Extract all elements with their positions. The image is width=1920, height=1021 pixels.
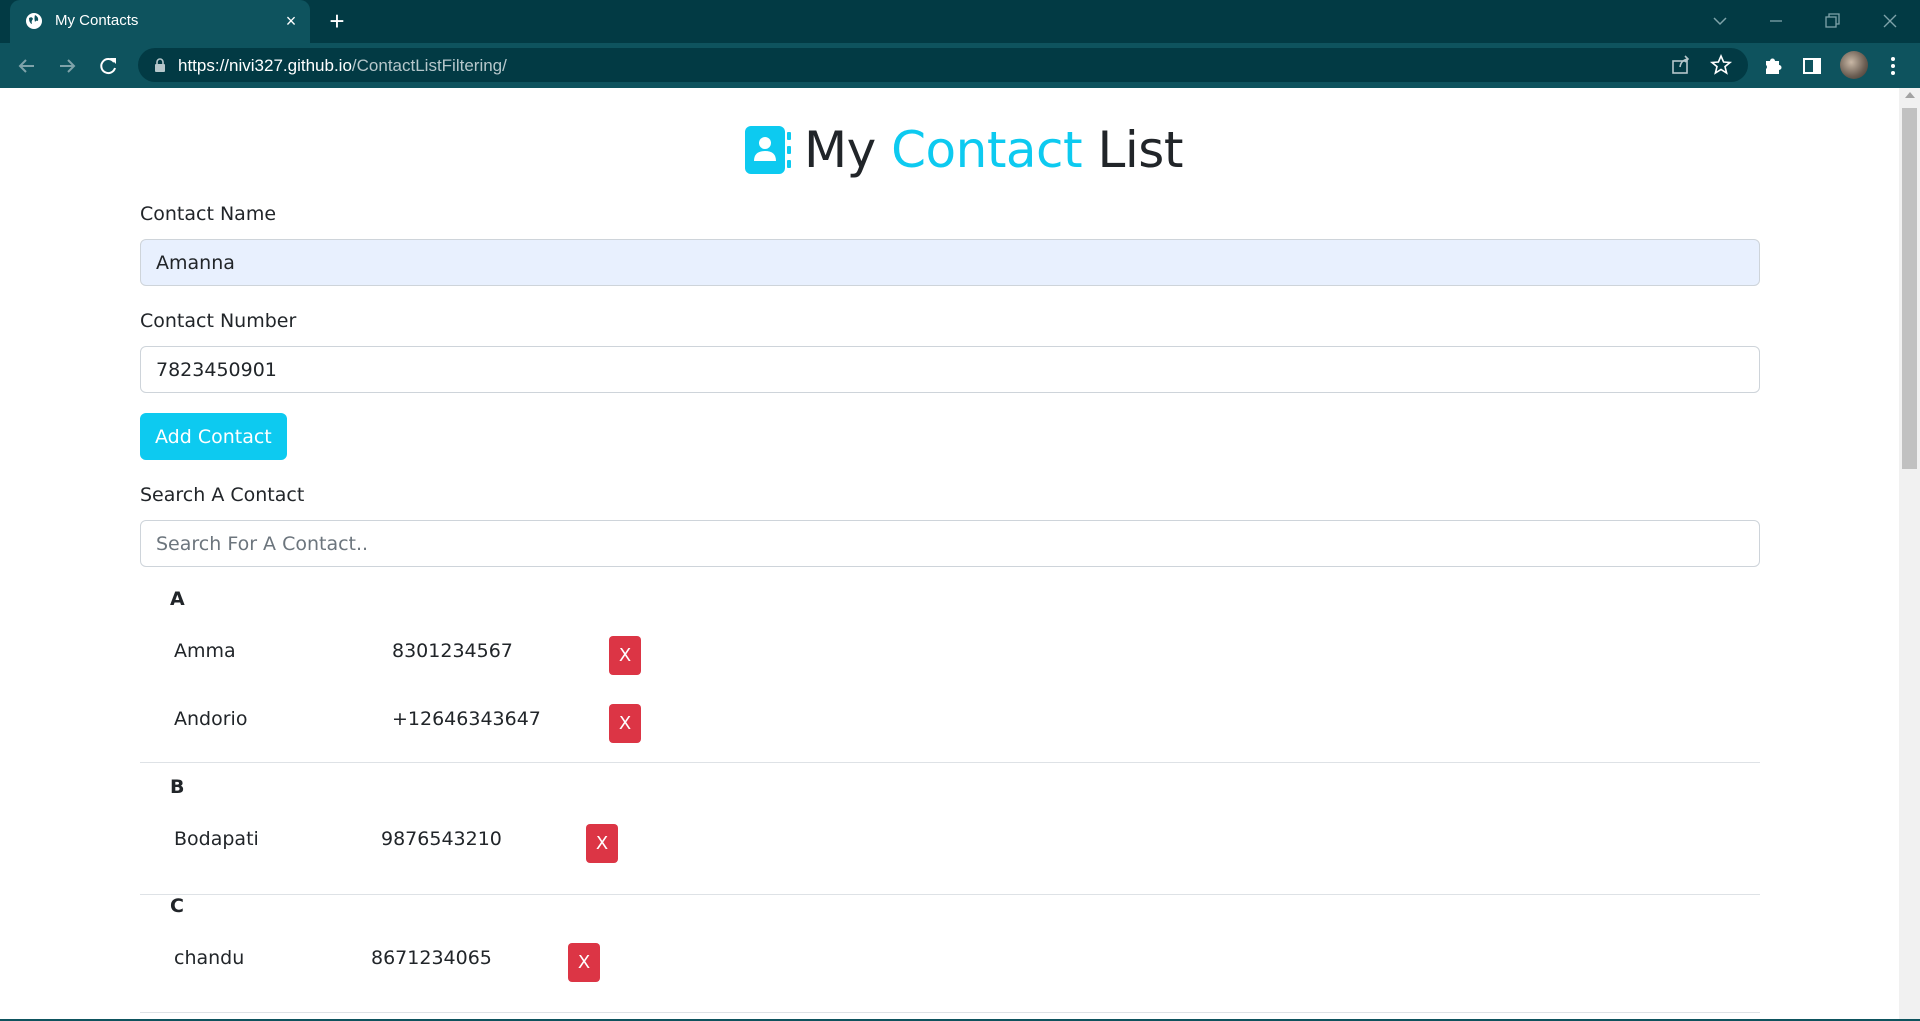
search-input[interactable] — [140, 520, 1760, 567]
contact-row: Amma 8301234567 X — [140, 632, 1760, 676]
browser-tabstrip: My Contacts × + — [0, 0, 1920, 43]
scroll-up-arrow-icon[interactable] — [1905, 92, 1915, 98]
page-title-text: My Contact List — [804, 121, 1183, 179]
delete-contact-button[interactable]: X — [609, 636, 641, 675]
contact-number: 8301234567 — [392, 640, 513, 662]
bookmark-star-icon[interactable] — [1708, 52, 1734, 78]
group-letter: B — [170, 776, 185, 798]
contact-row: Andorio +12646343647 X — [140, 700, 1760, 744]
url-path: /ContactListFiltering/ — [351, 56, 507, 75]
contact-number-label: Contact Number — [140, 310, 297, 332]
contact-name: Bodapati — [174, 828, 259, 850]
lock-icon — [155, 58, 165, 72]
tab-close-icon[interactable]: × — [280, 11, 302, 33]
page-scrollbar[interactable] — [1899, 88, 1920, 1021]
profile-avatar[interactable] — [1840, 51, 1868, 79]
url-text: https://nivi327.github.io/ContactListFil… — [178, 56, 507, 76]
contact-row: Bodapati 9876543210 X — [140, 820, 1760, 864]
browser-toolbar: https://nivi327.github.io/ContactListFil… — [0, 43, 1920, 88]
title-part-contact: Contact — [891, 121, 1083, 179]
delete-contact-button[interactable]: X — [609, 704, 641, 743]
side-panel-icon[interactable] — [1799, 53, 1825, 79]
page-title: My Contact List — [744, 118, 1183, 182]
globe-icon — [26, 13, 42, 29]
add-contact-button[interactable]: Add Contact — [140, 413, 287, 460]
share-icon[interactable] — [1668, 52, 1694, 78]
group-letter: C — [170, 895, 184, 917]
contact-number: +12646343647 — [392, 708, 541, 730]
title-part-list: List — [1082, 121, 1184, 179]
contact-name: Amma — [174, 640, 236, 662]
close-window-icon[interactable] — [1870, 6, 1910, 36]
new-tab-button[interactable]: + — [322, 8, 352, 36]
address-bar[interactable]: https://nivi327.github.io/ContactListFil… — [138, 48, 1748, 82]
contact-number-input[interactable] — [140, 346, 1760, 393]
contact-number: 8671234065 — [371, 947, 492, 969]
group-divider — [140, 894, 1760, 895]
forward-icon[interactable] — [52, 51, 82, 81]
scrollbar-thumb[interactable] — [1902, 108, 1917, 469]
contact-name-label: Contact Name — [140, 203, 277, 225]
contact-row: chandu 8671234065 X — [140, 939, 1760, 983]
delete-contact-button[interactable]: X — [586, 824, 618, 863]
url-host: https://nivi327.github.io — [178, 56, 352, 75]
browser-tab[interactable]: My Contacts × — [10, 0, 310, 43]
page-viewport: My Contact List Contact Name Contact Num… — [0, 88, 1899, 1021]
group-letter: A — [170, 588, 185, 610]
delete-contact-button[interactable]: X — [568, 943, 600, 982]
contact-name: chandu — [174, 947, 245, 969]
back-icon[interactable] — [12, 51, 42, 81]
tab-search-icon[interactable] — [1700, 6, 1740, 36]
contact-name: Andorio — [174, 708, 248, 730]
search-label: Search A Contact — [140, 484, 305, 506]
contact-number: 9876543210 — [381, 828, 502, 850]
contact-book-icon — [745, 126, 791, 174]
restore-icon[interactable] — [1812, 6, 1852, 36]
tab-title: My Contacts — [55, 12, 139, 29]
title-part-my: My — [804, 121, 892, 179]
reload-icon[interactable] — [93, 51, 123, 81]
group-divider — [140, 762, 1760, 763]
minimize-icon[interactable] — [1756, 6, 1796, 36]
extensions-icon[interactable] — [1760, 53, 1786, 79]
contact-name-input[interactable] — [140, 239, 1760, 286]
browser-menu-icon[interactable] — [1888, 53, 1898, 79]
group-divider — [140, 1012, 1760, 1013]
